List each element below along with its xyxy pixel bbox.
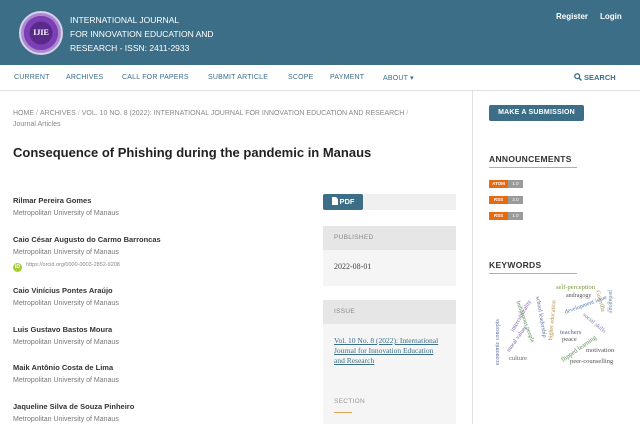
- search-label: SEARCH: [584, 73, 616, 82]
- pdf-label: PDF: [339, 197, 355, 206]
- site-header: IJIE INTERNATIONAL JOURNAL FOR INNOVATIO…: [0, 0, 640, 65]
- orcid-link[interactable]: iD https://orcid.org/0000-0003-2852-9208: [13, 262, 120, 272]
- keywords-divider: [489, 273, 577, 274]
- primary-nav: CURRENT ARCHIVES CALL FOR PAPERS SUBMIT …: [0, 65, 640, 91]
- article-title: Consequence of Phishing during the pande…: [13, 145, 372, 160]
- site-title-line: FOR INNOVATION EDUCATION AND: [70, 29, 214, 39]
- section-label: SECTION: [334, 398, 365, 405]
- site-title-line: RESEARCH - ISSN: 2411-2933: [70, 43, 190, 53]
- orcid-icon: iD: [13, 263, 22, 272]
- nav-payment[interactable]: PAYMENT: [330, 74, 364, 81]
- author-name: Rilmar Pereira Gomes: [13, 196, 92, 205]
- author-name: Jaqueline Silva de Souza Pinheiro: [13, 402, 135, 411]
- login-link[interactable]: Login: [600, 12, 622, 21]
- document-icon: [331, 197, 338, 205]
- make-submission-button[interactable]: MAKE A SUBMISSION: [489, 105, 584, 121]
- search-link[interactable]: SEARCH: [574, 73, 616, 82]
- keyword[interactable]: self-perception: [556, 284, 595, 291]
- issue-link[interactable]: Vol. 10 No. 8 (2022): International Jour…: [334, 336, 444, 366]
- breadcrumb-section: Journal Articles: [13, 121, 61, 128]
- sidebar-divider: [472, 91, 473, 424]
- site-title-line: INTERNATIONAL JOURNAL: [70, 15, 180, 25]
- pdf-download-button[interactable]: PDF: [323, 194, 363, 210]
- nav-call-for-papers[interactable]: CALL FOR PAPERS: [122, 74, 189, 81]
- nav-submit-article[interactable]: SUBMIT ARTICLE: [208, 74, 268, 81]
- breadcrumb-archives[interactable]: ARCHIVES: [40, 110, 76, 117]
- keyword[interactable]: culture: [509, 355, 527, 362]
- published-date: 2022-08-01: [334, 262, 372, 271]
- author-affiliation: Metropolitan University of Manaus: [13, 416, 119, 423]
- issue-header: ISSUE: [323, 300, 456, 324]
- keyword[interactable]: school leadership: [534, 296, 547, 338]
- author-name: Maik Antônio Costa de Lima: [13, 363, 114, 372]
- keyword[interactable]: andragogy: [566, 293, 591, 299]
- nav-about-dropdown[interactable]: ABOUT ▾: [383, 74, 414, 82]
- author-name: Luis Gustavo Bastos Moura: [13, 325, 113, 334]
- author-name: Caio César Augusto do Carmo Barroncas: [13, 235, 161, 244]
- rss1-feed-link[interactable]: RSS 1.0: [489, 212, 523, 220]
- atom-feed-link[interactable]: ATOM 1.0: [489, 180, 523, 188]
- keyword[interactable]: peace: [562, 336, 577, 343]
- register-link[interactable]: Register: [556, 12, 588, 21]
- announcements-divider: [489, 167, 577, 168]
- author-affiliation: Metropolitan University of Manaus: [13, 210, 119, 217]
- keyword[interactable]: peer-counselling: [570, 358, 613, 365]
- breadcrumb-home[interactable]: HOME: [13, 110, 34, 117]
- announcements-title: ANNOUNCEMENTS: [489, 154, 572, 164]
- author-affiliation: Metropolitan University of Manaus: [13, 339, 119, 346]
- keyword[interactable]: social skills: [581, 312, 606, 335]
- section-divider: [334, 412, 352, 413]
- keyword[interactable]: pedagogy: [607, 290, 613, 313]
- author-affiliation: Metropolitan University of Manaus: [13, 249, 119, 256]
- keyword[interactable]: higher education: [548, 300, 557, 341]
- nav-archives[interactable]: ARCHIVES: [66, 74, 103, 81]
- breadcrumb: HOME / ARCHIVES / VOL. 10 NO. 8 (2022): INTE…: [13, 110, 409, 128]
- keyword[interactable]: motivation: [586, 347, 614, 354]
- author-affiliation: Metropolitan University of Manaus: [13, 377, 119, 384]
- nav-scope[interactable]: SCOPE: [288, 74, 314, 81]
- keyword[interactable]: economic concepts: [495, 319, 501, 365]
- journal-logo[interactable]: IJIE: [19, 11, 63, 55]
- nav-current[interactable]: CURRENT: [14, 74, 50, 81]
- breadcrumb-issue[interactable]: VOL. 10 NO. 8 (2022): INTERNATIONAL JOUR…: [82, 110, 405, 117]
- site-title[interactable]: INTERNATIONAL JOURNAL FOR INNOVATION EDU…: [70, 13, 240, 55]
- rss2-feed-link[interactable]: RSS 2.0: [489, 196, 523, 204]
- keyword[interactable]: teachers: [560, 329, 581, 336]
- keywords-title: KEYWORDS: [489, 260, 542, 270]
- author-name: Caio Vinícius Pontes Araújo: [13, 286, 113, 295]
- orcid-url: https://orcid.org/0000-0003-2852-9208: [26, 262, 120, 268]
- author-affiliation: Metropolitan University of Manaus: [13, 300, 119, 307]
- search-icon: [574, 73, 582, 81]
- published-header: PUBLISHED: [323, 226, 456, 250]
